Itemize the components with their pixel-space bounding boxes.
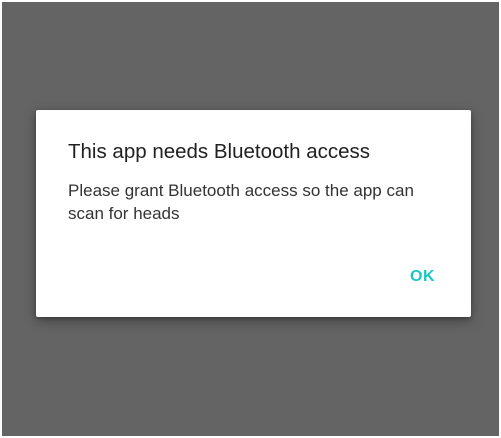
permission-dialog: This app needs Bluetooth access Please g… bbox=[36, 110, 471, 317]
ok-button[interactable]: OK bbox=[400, 260, 445, 294]
screen-scrim: This app needs Bluetooth access Please g… bbox=[2, 2, 499, 436]
dialog-title: This app needs Bluetooth access bbox=[68, 140, 370, 163]
dialog-message: Please grant Bluetooth access so the app… bbox=[68, 181, 414, 223]
